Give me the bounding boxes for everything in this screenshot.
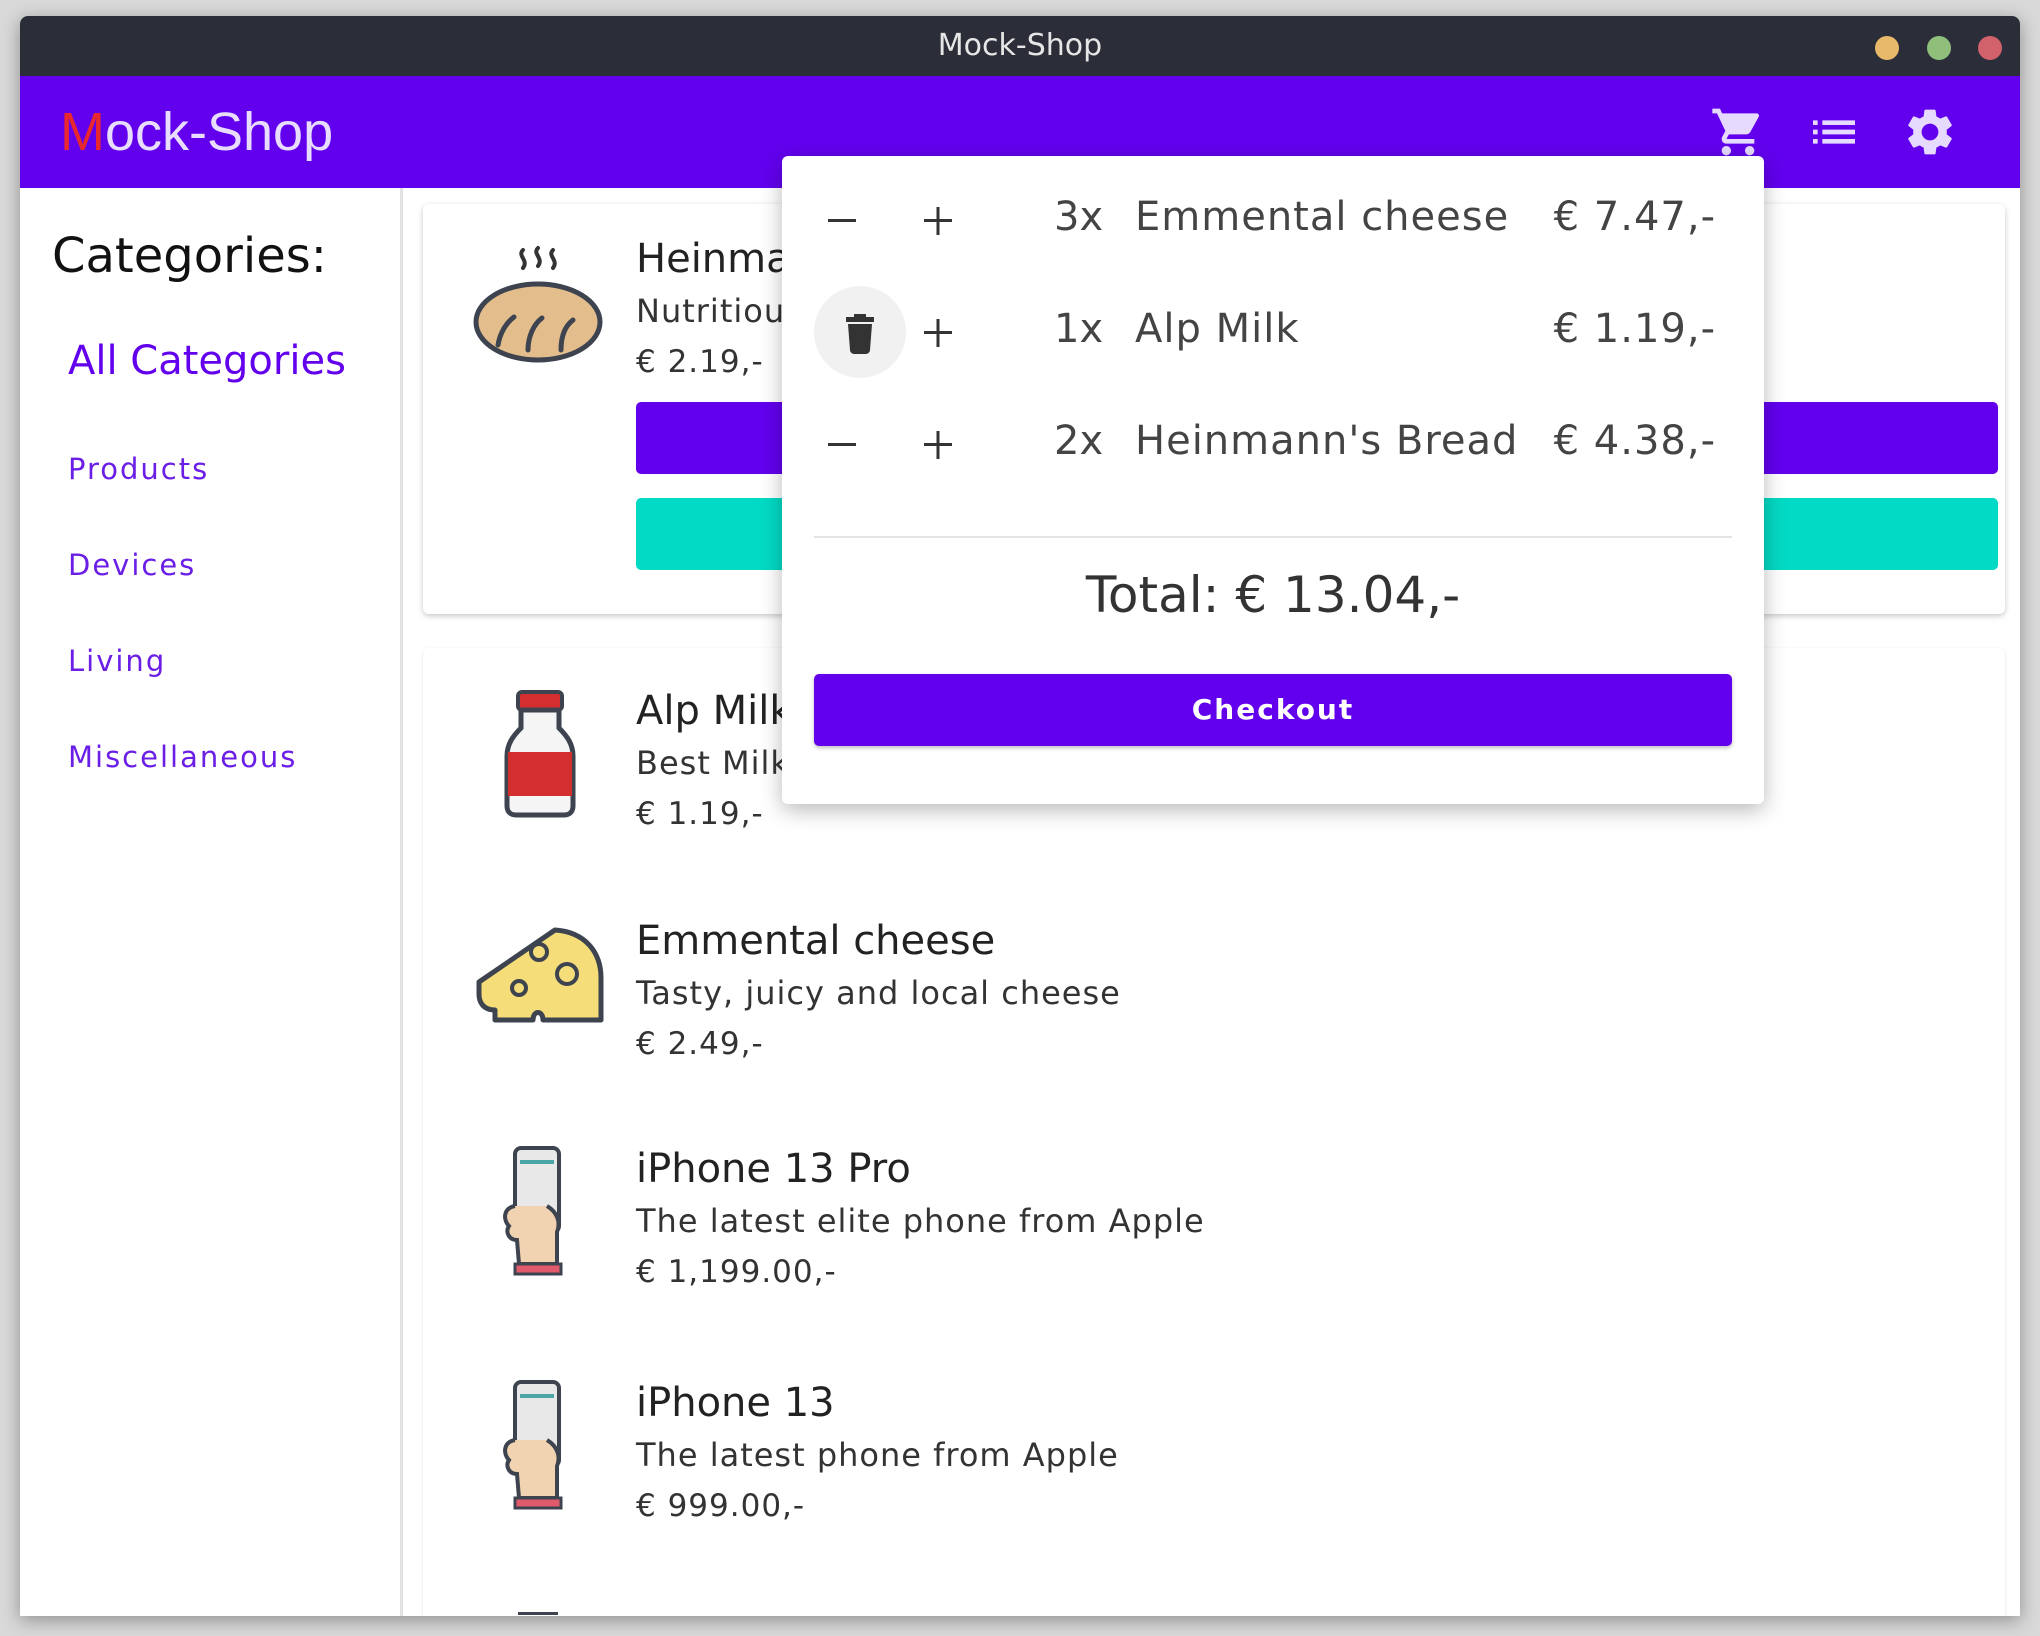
decrease-quantity-button[interactable] xyxy=(796,174,888,266)
settings-icon[interactable] xyxy=(1902,104,1958,160)
app-window: Mock-Shop Mock-Shop Categories: All Cate… xyxy=(20,16,2020,1616)
next-item-icon-edge xyxy=(518,1612,558,1615)
product-price: € 1,199.00,- xyxy=(636,1254,837,1290)
phone-in-hand-icon xyxy=(475,1380,605,1510)
product-name: iPhone 13 Pro xyxy=(636,1146,911,1192)
category-devices[interactable]: Devices xyxy=(68,548,196,582)
cart-icon[interactable] xyxy=(1710,104,1766,160)
cart-popup: 3x Emmental cheese € 7.47,- 1x Alp Milk … xyxy=(782,156,1764,804)
cart-total: Total: € 13.04,- xyxy=(1085,566,1461,624)
checkout-button[interactable]: Checkout xyxy=(814,674,1732,746)
product-price: € 2.49,- xyxy=(636,1026,764,1062)
plus-icon xyxy=(924,319,952,347)
product-description: Tasty, juicy and local cheese xyxy=(636,974,1121,1012)
cheese-icon xyxy=(475,922,605,1052)
maximize-button[interactable] xyxy=(1927,36,1951,60)
app-logo: Mock-Shop xyxy=(60,76,333,188)
cart-item-row: 3x Emmental cheese € 7.47,- xyxy=(782,170,1764,270)
product-price: € 1.19,- xyxy=(636,796,764,832)
window-title: Mock-Shop xyxy=(937,28,1103,63)
product-name: iPhone 13 xyxy=(636,1380,835,1426)
categories-heading: Categories: xyxy=(52,228,327,284)
product-name: Alp Milk xyxy=(636,688,793,734)
increase-quantity-button[interactable] xyxy=(892,286,984,378)
cart-item-quantity: 1x xyxy=(1054,306,1104,352)
cart-item-name: Heinmann's Bread xyxy=(1135,418,1519,464)
cart-item-row: 2x Heinmann's Bread € 4.38,- xyxy=(782,394,1764,494)
plus-icon xyxy=(924,431,952,459)
milk-bottle-icon xyxy=(475,688,605,818)
decrease-quantity-button[interactable] xyxy=(796,398,888,490)
category-all[interactable]: All Categories xyxy=(68,338,346,384)
minimize-button[interactable] xyxy=(1875,36,1899,60)
cart-item-price: € 4.38,- xyxy=(1553,418,1716,464)
product-description: The latest elite phone from Apple xyxy=(636,1202,1205,1240)
category-miscellaneous[interactable]: Miscellaneous xyxy=(68,740,297,774)
close-window-button[interactable] xyxy=(1978,36,2002,60)
list-item[interactable]: iPhone 13 The latest phone from Apple € … xyxy=(403,1360,2020,1580)
cart-item-name: Emmental cheese xyxy=(1135,194,1510,240)
cart-item-price: € 7.47,- xyxy=(1553,194,1716,240)
list-icon[interactable] xyxy=(1806,104,1862,160)
cart-item-price: € 1.19,- xyxy=(1553,306,1716,352)
category-products[interactable]: Products xyxy=(68,452,209,486)
cart-divider xyxy=(814,536,1732,538)
product-price: € 999.00,- xyxy=(636,1488,806,1524)
product-description: Nutritious xyxy=(636,292,803,330)
list-item[interactable]: Emmental cheese Tasty, juicy and local c… xyxy=(403,892,2020,1112)
product-name: Emmental cheese xyxy=(636,918,996,964)
product-price: € 2.19,- xyxy=(636,344,764,380)
product-description: The latest phone from Apple xyxy=(636,1436,1119,1474)
minus-icon xyxy=(828,219,856,222)
logo-initial: M xyxy=(60,102,105,162)
minus-icon xyxy=(828,443,856,446)
cart-item-row: 1x Alp Milk € 1.19,- xyxy=(782,282,1764,382)
category-sidebar: Categories: All Categories Products Devi… xyxy=(20,188,403,1616)
increase-quantity-button[interactable] xyxy=(892,174,984,266)
phone-in-hand-icon xyxy=(475,1146,605,1276)
cart-item-quantity: 2x xyxy=(1054,418,1104,464)
bread-icon xyxy=(473,240,603,370)
plus-icon xyxy=(924,207,952,235)
title-bar: Mock-Shop xyxy=(20,16,2020,76)
logo-text: ock-Shop xyxy=(104,102,334,162)
cart-item-name: Alp Milk xyxy=(1135,306,1300,352)
increase-quantity-button[interactable] xyxy=(892,398,984,490)
cart-item-quantity: 3x xyxy=(1054,194,1104,240)
list-item[interactable]: iPhone 13 Pro The latest elite phone fro… xyxy=(403,1126,2020,1346)
category-living[interactable]: Living xyxy=(68,644,166,678)
